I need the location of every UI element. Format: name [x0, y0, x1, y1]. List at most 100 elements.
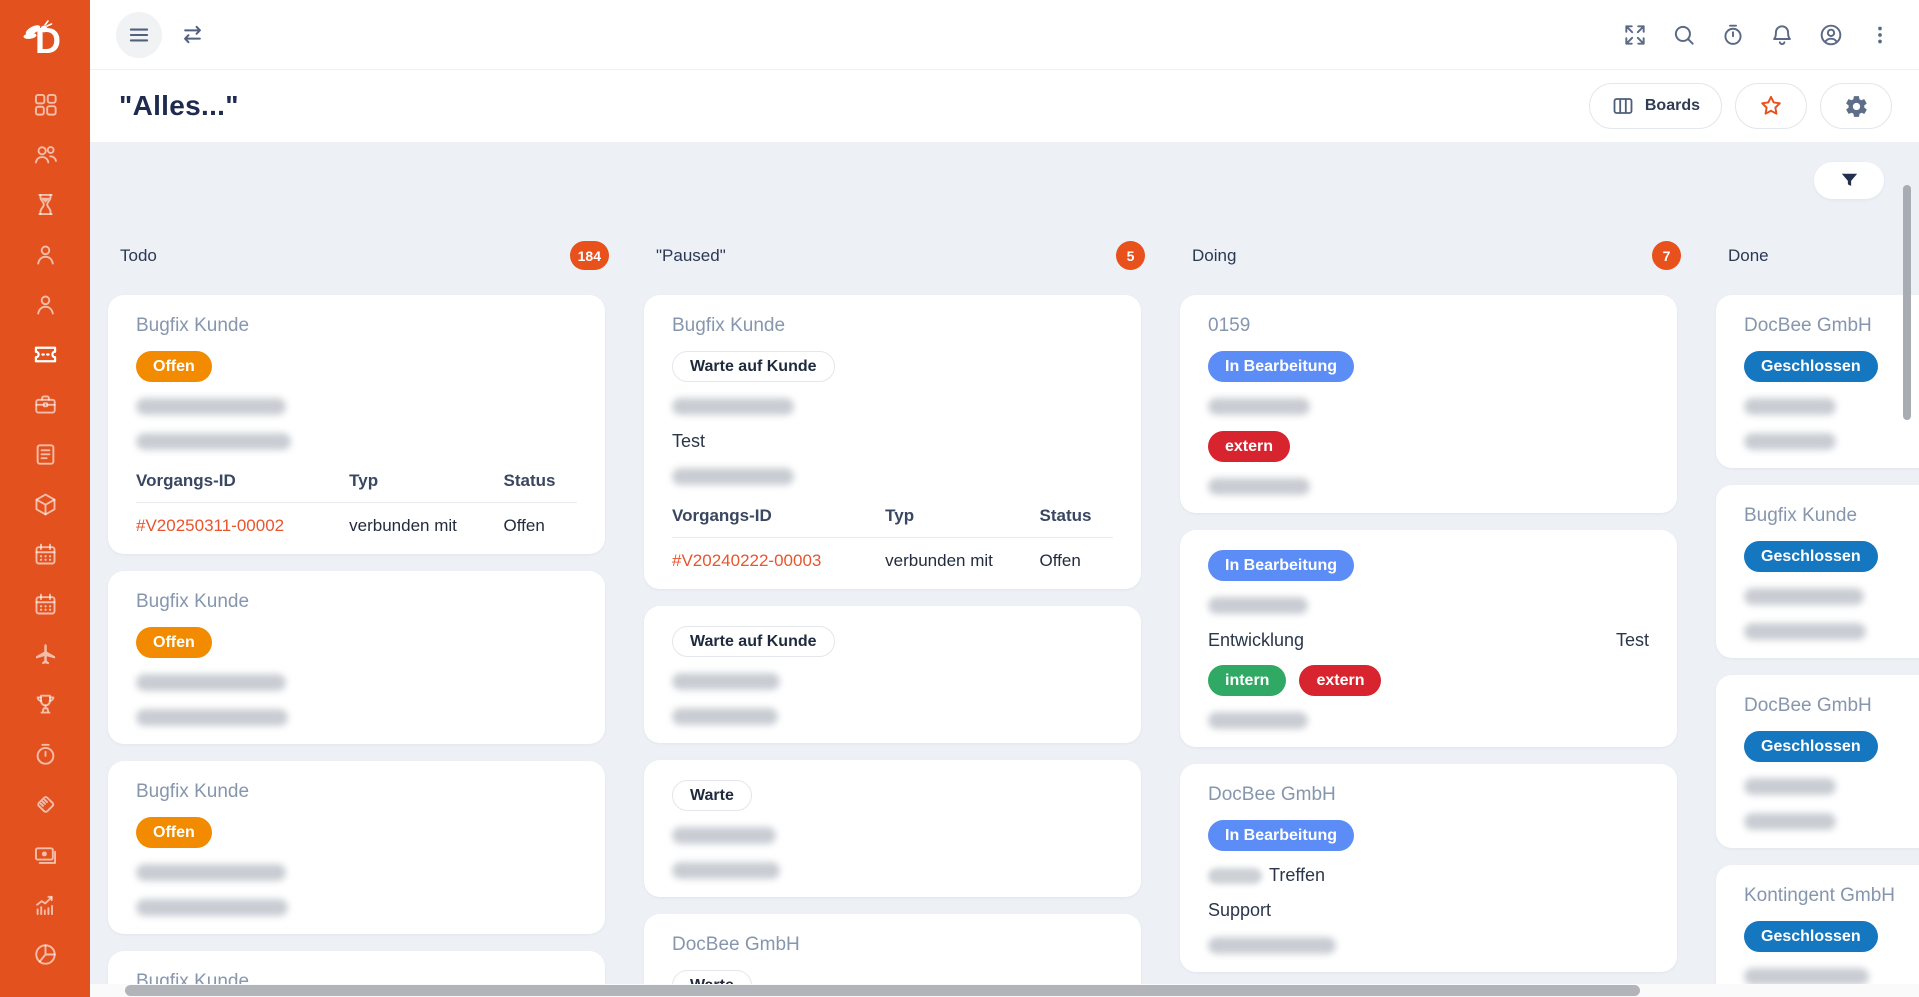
- sidebar-item-news-icon[interactable]: [32, 441, 59, 468]
- table-header-row: Vorgangs-ID Typ Status: [672, 506, 1113, 538]
- settings-button[interactable]: [1820, 83, 1892, 129]
- column-title: Doing: [1192, 245, 1237, 265]
- redacted-text: [1208, 937, 1336, 954]
- account-icon[interactable]: [1818, 22, 1844, 48]
- horizontal-scrollbar[interactable]: [125, 985, 1640, 996]
- board: Todo 184 Bugfix Kunde Offen Vorgangs-ID Typ St…: [90, 199, 1919, 997]
- fullscreen-icon[interactable]: [1622, 22, 1648, 48]
- status-badge: In Bearbeitung: [1208, 351, 1355, 382]
- vertical-scrollbar[interactable]: [1903, 185, 1911, 420]
- search-icon[interactable]: [1671, 22, 1697, 48]
- sidebar-item-calendar-icon[interactable]: [32, 541, 59, 568]
- more-menu-icon[interactable]: [1867, 22, 1893, 48]
- status-badge: Offen: [136, 627, 212, 658]
- kanban-card[interactable]: Warte: [644, 760, 1141, 897]
- card-text-left: Entwicklung: [1208, 630, 1305, 650]
- kanban-card[interactable]: DocBee GmbH Geschlossen: [1716, 675, 1919, 848]
- board-column: "Paused" 5 Bugfix Kunde Warte auf Kunde Test…: [644, 241, 1153, 997]
- ticket-link[interactable]: #V20240222-00003: [672, 551, 885, 571]
- ticket-link[interactable]: #V20250311-00002: [136, 516, 349, 536]
- table-header-cell: Vorgangs-ID: [136, 471, 236, 490]
- board-content: Todo 184 Bugfix Kunde Offen Vorgangs-ID Typ St…: [90, 142, 1919, 997]
- card-title: DocBee GmbH: [1744, 695, 1872, 716]
- sidebar-item-calendar2-icon[interactable]: [32, 591, 59, 618]
- redacted-text: [1208, 712, 1308, 729]
- sidebar-item-timer-icon[interactable]: [32, 741, 59, 768]
- card-title: Bugfix Kunde: [136, 315, 250, 336]
- table-header-row: Vorgangs-ID Typ Status: [136, 471, 577, 503]
- redacted-text: [672, 673, 780, 690]
- swap-boards-button[interactable]: [179, 21, 206, 48]
- column-header: Done: [1716, 241, 1919, 270]
- docbee-logo[interactable]: D: [19, 13, 71, 65]
- table-header-cell: Status: [1039, 506, 1092, 525]
- redacted-text: [136, 899, 288, 916]
- sidebar-item-handshake-icon[interactable]: [32, 791, 59, 818]
- redacted-text: [136, 398, 286, 415]
- sidebar-item-package-icon[interactable]: [32, 491, 59, 518]
- redacted-text: [1744, 778, 1836, 795]
- kanban-card[interactable]: Bugfix Kunde Offen: [108, 761, 605, 934]
- favorite-button[interactable]: [1735, 83, 1807, 129]
- kanban-card[interactable]: Bugfix Kunde Warte auf Kunde Test Vorgangs-…: [644, 295, 1141, 589]
- table-cell: Offen: [503, 516, 545, 535]
- status-badge: intern: [1208, 665, 1287, 696]
- kanban-card[interactable]: DocBee GmbH Geschlossen: [1716, 295, 1919, 468]
- board-column: Doing 7 0159 In Bearbeitung extern In Bearbei…: [1180, 241, 1689, 997]
- hamburger-menu-button[interactable]: [116, 11, 162, 58]
- column-header: Todo 184: [108, 241, 617, 270]
- sidebar-item-hourglass-icon[interactable]: [32, 191, 59, 218]
- column-count-badge: 7: [1652, 241, 1681, 270]
- sidebar-nav: [32, 91, 59, 968]
- filter-icon: [1838, 169, 1861, 192]
- sidebar-item-contacts-icon[interactable]: [32, 141, 59, 168]
- header-actions: Boards: [1588, 83, 1892, 129]
- card-title: Bugfix Kunde: [672, 315, 786, 336]
- kanban-card[interactable]: Bugfix Kunde Offen Vorgangs-ID Typ Status #V2…: [108, 295, 605, 554]
- boards-button[interactable]: Boards: [1588, 83, 1722, 129]
- sidebar-item-stats-icon[interactable]: [32, 891, 59, 918]
- notifications-icon[interactable]: [1769, 22, 1795, 48]
- filter-button[interactable]: [1814, 162, 1884, 199]
- column-cards: DocBee GmbH Geschlossen Bugfix Kunde Geschl…: [1716, 295, 1919, 997]
- status-badge: Geschlossen: [1744, 541, 1878, 572]
- sidebar-item-briefcase-icon[interactable]: [32, 391, 59, 418]
- topbar: [90, 0, 1919, 70]
- sidebar-item-payments-icon[interactable]: [32, 841, 59, 868]
- star-icon: [1758, 93, 1784, 119]
- gear-icon: [1844, 94, 1869, 119]
- sidebar-item-travel-icon[interactable]: [32, 641, 59, 668]
- redacted-text: [1208, 867, 1262, 884]
- kanban-card[interactable]: In Bearbeitung Entwicklung Test intern exter…: [1180, 530, 1677, 747]
- status-badge: Warte: [672, 780, 752, 811]
- redacted-text: [672, 827, 776, 844]
- column-cards: 0159 In Bearbeitung extern In Bearbeitung En…: [1180, 295, 1689, 997]
- kanban-card[interactable]: Bugfix Kunde Geschlossen: [1716, 485, 1919, 658]
- table-cell: Offen: [1039, 551, 1081, 570]
- kanban-card[interactable]: Warte auf Kunde: [644, 606, 1141, 743]
- column-count-badge: 184: [569, 241, 609, 270]
- sidebar-item-trophy-icon[interactable]: [32, 691, 59, 718]
- card-title: Bugfix Kunde: [136, 781, 250, 802]
- timer-icon[interactable]: [1720, 22, 1746, 48]
- topbar-actions: [1622, 22, 1893, 48]
- linked-tickets-table: Vorgangs-ID Typ Status #V20250311-00002 verb…: [136, 471, 577, 538]
- kanban-card[interactable]: Bugfix Kunde Offen: [108, 571, 605, 744]
- swap-icon: [179, 21, 206, 48]
- sidebar-item-person2-icon[interactable]: [32, 291, 59, 318]
- sidebar-item-pie-chart-icon[interactable]: [32, 941, 59, 968]
- sidebar-item-person-icon[interactable]: [32, 241, 59, 268]
- sidebar-item-dashboard-icon[interactable]: [32, 91, 59, 118]
- card-text: Support: [1208, 900, 1272, 920]
- page-title: "Alles...": [119, 90, 239, 121]
- kanban-card[interactable]: Kontingent GmbH Geschlossen: [1716, 865, 1919, 997]
- kanban-card[interactable]: 0159 In Bearbeitung extern: [1180, 295, 1677, 513]
- card-title: Kontingent GmbH: [1744, 885, 1896, 906]
- main-area: "Alles..." Boards Todo 184 Bugfix Kunde …: [90, 0, 1919, 997]
- table-header-cell: Vorgangs-ID: [672, 506, 772, 525]
- status-badge: Warte auf Kunde: [672, 351, 835, 382]
- hamburger-menu-icon: [126, 22, 152, 48]
- status-badge: extern: [1299, 665, 1382, 696]
- kanban-card[interactable]: DocBee GmbH In Bearbeitung Treffen Support: [1180, 764, 1677, 972]
- sidebar-item-tickets-icon[interactable]: [32, 341, 59, 368]
